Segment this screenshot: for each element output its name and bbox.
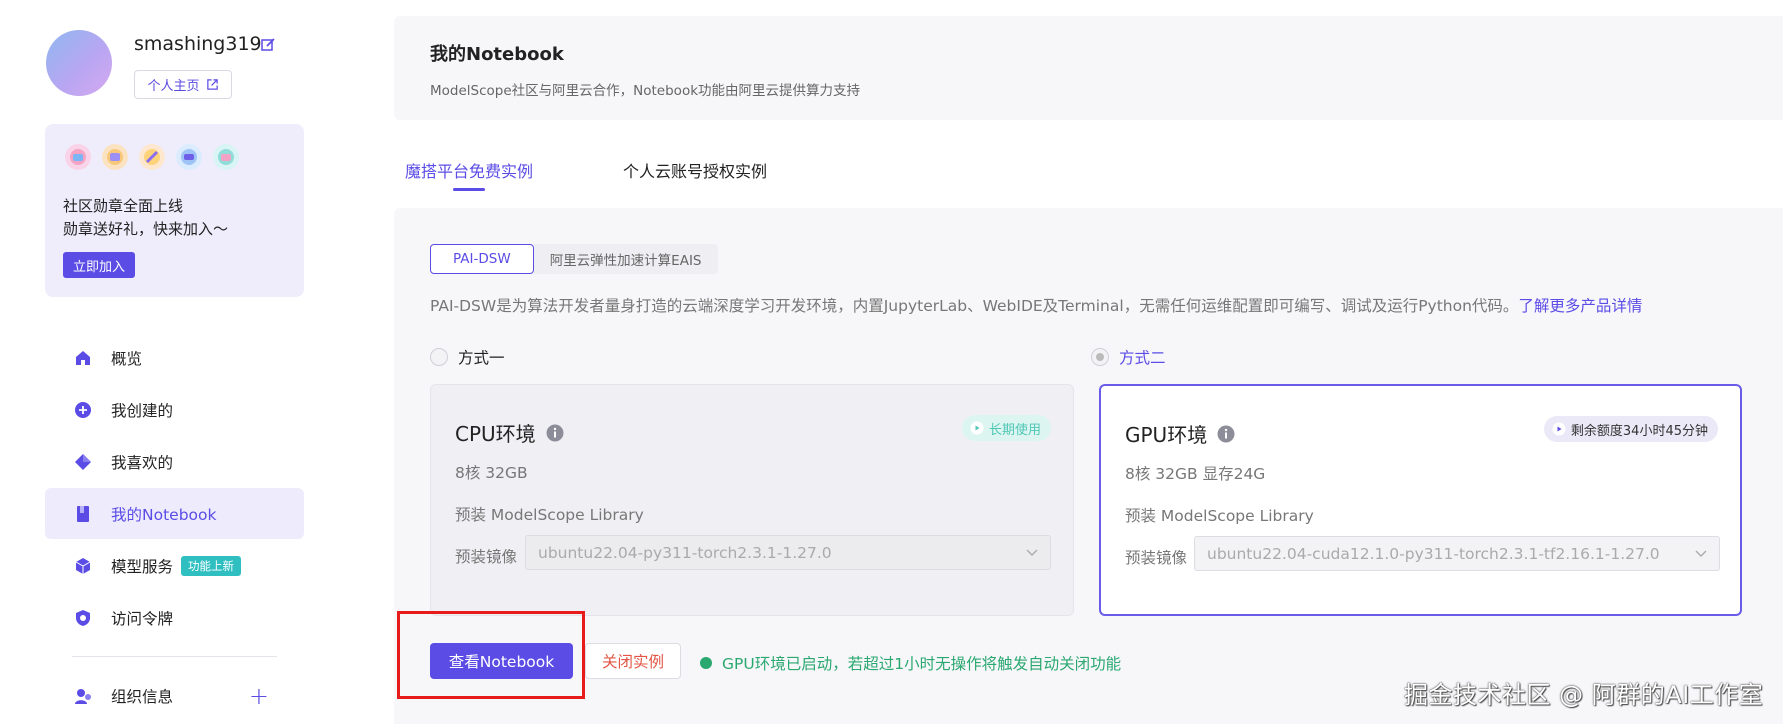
- sidebar-item-label: 我的Notebook: [111, 505, 217, 524]
- page-title: 我的Notebook: [430, 44, 564, 65]
- info-icon[interactable]: [546, 424, 564, 442]
- play-icon: [1552, 422, 1566, 436]
- home-page-button[interactable]: 个人主页: [134, 70, 232, 99]
- sidebar-item-created[interactable]: 我创建的: [45, 384, 304, 435]
- gpu-title: GPU环境: [1125, 423, 1208, 447]
- sidebar-item-label: 访问令牌: [111, 609, 174, 628]
- join-now-button[interactable]: 立即加入: [63, 252, 136, 278]
- option-2-label: 方式二: [1119, 349, 1166, 367]
- cpu-title: CPU环境: [455, 422, 536, 446]
- play-icon: [970, 421, 984, 435]
- gpu-spec: 8核 32GB 显存24G: [1125, 465, 1266, 483]
- description-text: PAI-DSW是为算法开发者量身打造的云端深度学习开发环境，内置JupyterL…: [430, 297, 1519, 315]
- cube-icon: [74, 557, 92, 575]
- option-2-radio[interactable]: 方式二: [1091, 346, 1166, 368]
- sidebar-item-label: 概览: [111, 349, 143, 368]
- active-tab-indicator: [453, 188, 485, 191]
- long-term-use-chip: 长期使用: [961, 415, 1051, 441]
- chevron-down-icon: [1026, 549, 1038, 556]
- remaining-quota-chip: 剩余额度34小时45分钟: [1543, 416, 1718, 442]
- sidebar-item-liked[interactable]: 我喜欢的: [45, 436, 304, 487]
- product-description: PAI-DSW是为算法开发者量身打造的云端深度学习开发环境，内置JupyterL…: [430, 294, 1642, 316]
- sidebar-item-label: 我创建的: [111, 401, 174, 420]
- shield-icon: [74, 609, 92, 627]
- select-value: ubuntu22.04-py311-torch2.3.1-1.27.0: [538, 543, 832, 562]
- sidebar-item-label: 组织信息: [111, 687, 174, 706]
- tab-free-instance[interactable]: 魔搭平台免费实例: [405, 158, 533, 182]
- status-text: GPU环境已启动，若超过1小时无操作将触发自动关闭功能: [722, 655, 1122, 673]
- promo-line-2: 勋章送好礼，快来加入～: [63, 220, 229, 238]
- sidebar-item-org-info[interactable]: 组织信息 +: [45, 670, 304, 721]
- chip-label: 剩余额度34小时45分钟: [1570, 423, 1708, 439]
- sidebar-item-label: 我喜欢的: [111, 453, 174, 472]
- medal-badge-icon: [137, 142, 167, 172]
- cpu-spec: 8核 32GB: [455, 464, 528, 482]
- username: smashing319: [134, 33, 262, 55]
- image-label: 预装镜像: [455, 548, 518, 566]
- product-switch: PAI-DSW 阿里云弹性加速计算EAIS: [430, 244, 718, 274]
- org-icon: [74, 687, 92, 705]
- view-notebook-button[interactable]: 查看Notebook: [430, 643, 573, 679]
- learn-more-link[interactable]: 了解更多产品详情: [1518, 297, 1642, 315]
- sidebar-item-label: 模型服务: [111, 557, 174, 576]
- page-subtitle: ModelScope社区与阿里云合作，Notebook功能由阿里云提供算力支持: [430, 83, 861, 99]
- cpu-environment-card[interactable]: CPU环境 长期使用 8核 32GB 预装 ModelScope Library…: [430, 384, 1074, 616]
- gpu-environment-card[interactable]: GPU环境 剩余额度34小时45分钟 8核 32GB 显存24G 预装 Mode…: [1099, 384, 1742, 616]
- nav-divider: [72, 656, 277, 657]
- medal-badge-icon: [174, 142, 204, 172]
- sidebar: smashing319 个人主页 社区勋章全面上线 勋章送好礼，快来加入～ 立即…: [0, 0, 330, 724]
- medal-badge-icon: [63, 142, 93, 172]
- image-label: 预装镜像: [1125, 549, 1188, 567]
- segment-eais[interactable]: 阿里云弹性加速计算EAIS: [533, 244, 718, 274]
- avatar[interactable]: [46, 30, 112, 96]
- promo-line-1: 社区勋章全面上线: [63, 197, 184, 215]
- cpu-image-select[interactable]: ubuntu22.04-py311-torch2.3.1-1.27.0: [525, 535, 1051, 570]
- medal-badge-icon: [211, 142, 241, 172]
- segment-pai-dsw[interactable]: PAI-DSW: [430, 244, 534, 274]
- sidebar-item-overview[interactable]: 概览: [45, 332, 304, 383]
- sidebar-item-model-service[interactable]: 模型服务 功能上新: [45, 540, 304, 591]
- sidebar-item-my-notebook[interactable]: 我的Notebook: [45, 488, 304, 539]
- option-1-radio[interactable]: 方式一: [430, 346, 505, 368]
- edit-icon[interactable]: [260, 37, 276, 53]
- home-page-label: 个人主页: [147, 79, 200, 94]
- diamond-icon: [74, 453, 92, 471]
- option-1-label: 方式一: [458, 349, 505, 367]
- medal-badge-icon: [100, 142, 130, 172]
- gpu-library: 预装 ModelScope Library: [1125, 507, 1314, 525]
- page-header: 我的Notebook ModelScope社区与阿里云合作，Notebook功能…: [394, 16, 1783, 120]
- tab-personal-cloud-instance[interactable]: 个人云账号授权实例: [623, 158, 767, 182]
- info-icon[interactable]: [1217, 425, 1235, 443]
- home-icon: [74, 349, 92, 367]
- sidebar-nav: 概览 我创建的 我喜欢的 我的Notebook 模型服务 功能上新 访问令牌: [45, 332, 304, 644]
- plus-circle-icon: [74, 401, 92, 419]
- cpu-library: 预装 ModelScope Library: [455, 506, 644, 524]
- select-value: ubuntu22.04-cuda12.1.0-py311-torch2.3.1-…: [1207, 544, 1660, 563]
- gpu-image-select[interactable]: ubuntu22.04-cuda12.1.0-py311-torch2.3.1-…: [1194, 536, 1720, 571]
- close-instance-button[interactable]: 关闭实例: [585, 643, 681, 679]
- watermark: 掘金技术社区 @ 阿群的AI工作室: [1404, 681, 1764, 709]
- add-org-icon[interactable]: +: [249, 682, 269, 710]
- notebook-icon: [74, 505, 92, 523]
- radio-checked-icon: [1091, 348, 1109, 366]
- medal-badges: [63, 142, 241, 172]
- new-feature-tag: 功能上新: [181, 555, 242, 576]
- promo-text: 社区勋章全面上线 勋章送好礼，快来加入～: [63, 195, 228, 241]
- radio-icon: [430, 348, 448, 366]
- card-title: GPU环境: [1125, 419, 1235, 448]
- card-title: CPU环境: [455, 418, 564, 447]
- status-dot-icon: [700, 657, 712, 669]
- chip-label: 长期使用: [988, 422, 1041, 438]
- chevron-down-icon: [1695, 550, 1707, 557]
- medal-promo-card: 社区勋章全面上线 勋章送好礼，快来加入～ 立即加入: [45, 124, 304, 297]
- sidebar-item-access-token[interactable]: 访问令牌: [45, 592, 304, 643]
- instance-status: GPU环境已启动，若超过1小时无操作将触发自动关闭功能: [700, 652, 1121, 674]
- external-link-icon: [206, 79, 218, 90]
